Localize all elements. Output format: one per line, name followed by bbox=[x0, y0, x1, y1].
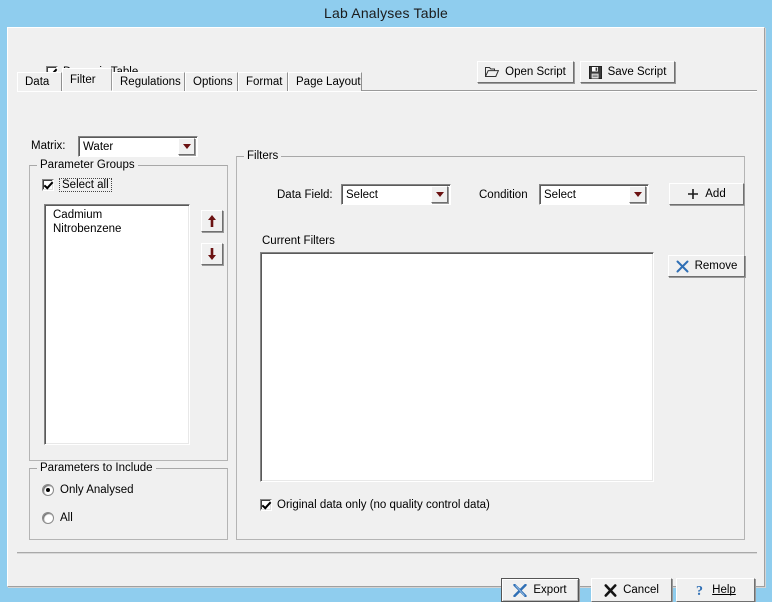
svg-text:?: ? bbox=[696, 584, 703, 597]
radio-label: Only Analysed bbox=[60, 484, 134, 496]
tab-regulations[interactable]: Regulations bbox=[112, 72, 185, 91]
radio-glyph bbox=[42, 484, 54, 496]
tab-options[interactable]: Options bbox=[185, 72, 238, 91]
cancel-x-icon bbox=[604, 583, 617, 597]
radio-glyph bbox=[42, 512, 54, 524]
list-item[interactable]: Cadmium bbox=[45, 208, 189, 222]
lab-analyses-dialog: Dynamic Table Open Script Save Script bbox=[7, 27, 765, 602]
tab-label: Options bbox=[193, 76, 233, 88]
chevron-down-icon[interactable] bbox=[178, 138, 195, 155]
chevron-down-icon[interactable] bbox=[431, 186, 448, 203]
radio-all[interactable]: All bbox=[42, 512, 73, 524]
parameters-to-include-legend: Parameters to Include bbox=[37, 462, 156, 474]
export-label: Export bbox=[533, 584, 567, 596]
tab-format[interactable]: Format bbox=[238, 72, 288, 91]
remove-filter-button[interactable]: Remove bbox=[668, 255, 745, 277]
tab-label: Data bbox=[25, 76, 50, 88]
window-title-bar: Lab Analyses Table bbox=[0, 0, 772, 27]
move-up-button[interactable] bbox=[201, 210, 223, 232]
original-data-only-label: Original data only (no quality control d… bbox=[277, 499, 490, 511]
condition-select[interactable]: Select bbox=[539, 184, 649, 205]
export-x-icon bbox=[513, 583, 528, 597]
page-title: Lab Analyses Table bbox=[324, 5, 448, 21]
arrow-down-icon bbox=[206, 247, 218, 261]
current-filters-listbox[interactable] bbox=[260, 252, 654, 482]
tab-filter[interactable]: Filter bbox=[62, 68, 112, 91]
tab-label: Filter bbox=[70, 74, 96, 86]
parameter-groups-legend: Parameter Groups bbox=[37, 159, 138, 171]
list-item-label: Nitrobenzene bbox=[53, 223, 122, 235]
select-all-checkbox[interactable]: Select all bbox=[42, 178, 112, 192]
move-down-button[interactable] bbox=[201, 243, 223, 265]
original-data-only-checkbox[interactable]: Original data only (no quality control d… bbox=[260, 499, 490, 511]
data-field-select[interactable]: Select bbox=[341, 184, 451, 205]
condition-value: Select bbox=[544, 188, 576, 201]
list-item[interactable]: Nitrobenzene bbox=[45, 222, 189, 236]
checkbox-glyph bbox=[42, 179, 54, 191]
tab-data[interactable]: Data bbox=[17, 72, 62, 91]
plus-icon bbox=[687, 188, 699, 200]
current-filters-label: Current Filters bbox=[262, 235, 335, 247]
close-x-icon bbox=[676, 260, 689, 273]
condition-label: Condition bbox=[479, 189, 528, 201]
add-filter-label: Add bbox=[705, 188, 726, 200]
tab-label: Page Layout bbox=[296, 76, 361, 88]
parameter-groups-panel: Parameter Groups Select all Cadmium Nitr… bbox=[29, 159, 228, 461]
arrow-up-icon bbox=[206, 214, 218, 228]
filters-panel: Filters Data Field: Select Condition Sel… bbox=[236, 150, 745, 540]
matrix-label: Matrix: bbox=[31, 140, 66, 152]
filters-legend: Filters bbox=[244, 150, 282, 162]
data-field-label: Data Field: bbox=[277, 189, 333, 201]
radio-label: All bbox=[60, 512, 73, 524]
data-field-value: Select bbox=[346, 188, 378, 201]
help-button[interactable]: ? Help bbox=[676, 578, 755, 602]
matrix-value: Water bbox=[83, 140, 114, 153]
matrix-select[interactable]: Water bbox=[78, 136, 198, 157]
footer-divider bbox=[17, 552, 757, 554]
help-label: Help bbox=[712, 584, 736, 596]
cancel-label: Cancel bbox=[623, 584, 659, 596]
tab-page-layout[interactable]: Page Layout bbox=[288, 72, 362, 91]
chevron-down-icon[interactable] bbox=[629, 186, 646, 203]
tab-label: Format bbox=[246, 76, 283, 88]
list-item-label: Cadmium bbox=[53, 209, 103, 221]
checkbox-glyph bbox=[260, 499, 272, 511]
remove-filter-label: Remove bbox=[694, 260, 738, 272]
parameter-groups-listbox[interactable]: Cadmium Nitrobenzene bbox=[44, 204, 190, 445]
select-all-label: Select all bbox=[59, 178, 112, 192]
cancel-button[interactable]: Cancel bbox=[591, 578, 672, 602]
question-mark-icon: ? bbox=[695, 583, 706, 597]
radio-only-analysed[interactable]: Only Analysed bbox=[42, 484, 134, 496]
export-button[interactable]: Export bbox=[501, 578, 579, 602]
tab-label: Regulations bbox=[120, 76, 181, 88]
tab-bar: Data Filter Regulations Options Format P… bbox=[17, 68, 757, 91]
parameters-to-include-panel: Parameters to Include Only Analysed All bbox=[29, 462, 228, 540]
add-filter-button[interactable]: Add bbox=[669, 183, 744, 205]
